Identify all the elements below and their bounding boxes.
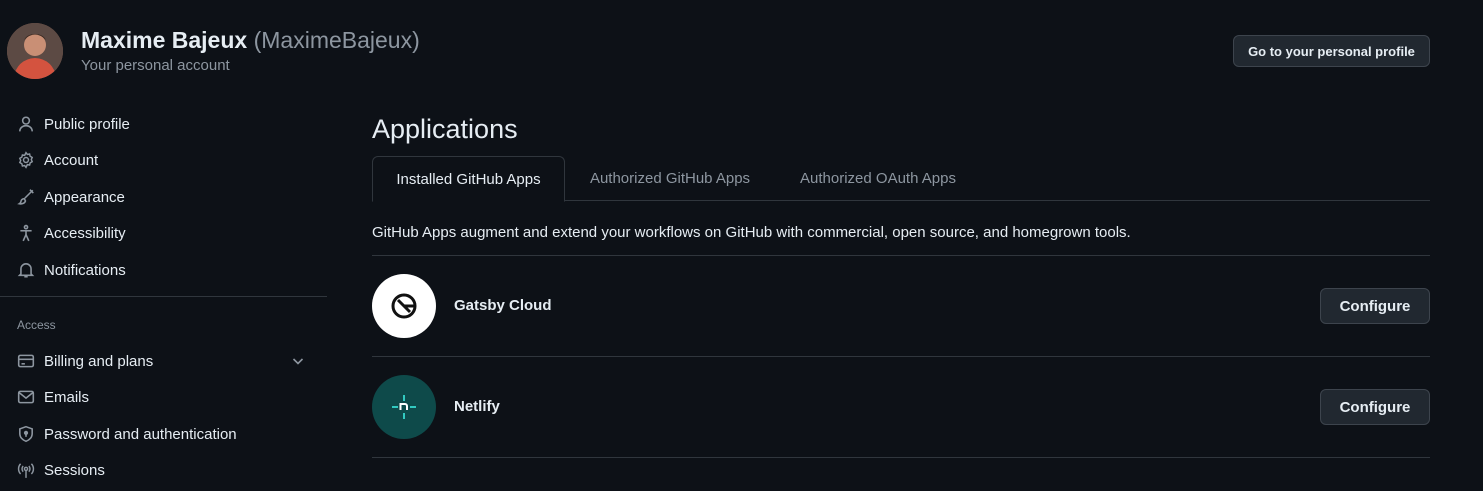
mail-icon (17, 388, 35, 406)
gatsby-logo-icon[interactable] (372, 274, 436, 338)
list-item: Gatsby Cloud Configure (372, 256, 1430, 357)
tab-authorized-oauth-apps[interactable]: Authorized OAuth Apps (775, 156, 981, 201)
sidebar-item-emails[interactable]: Emails (0, 379, 327, 415)
configure-button[interactable]: Configure (1320, 288, 1430, 324)
sidebar-item-label: Billing and plans (44, 352, 154, 370)
applications-tabs: Installed GitHub Apps Authorized GitHub … (372, 156, 1430, 202)
user-login: (MaximeBajeux) (253, 27, 420, 53)
netlify-logo-icon[interactable] (372, 375, 436, 439)
person-icon (17, 115, 35, 133)
sidebar-item-sessions[interactable]: Sessions (0, 452, 327, 488)
sidebar-item-label: Accessibility (44, 224, 126, 242)
sidebar-item-label: Account (44, 151, 99, 169)
paintbrush-icon (17, 188, 35, 206)
go-to-profile-button[interactable]: Go to your personal profile (1233, 35, 1430, 67)
installed-apps-list: Gatsby Cloud Configure Netlify Configure (372, 255, 1430, 458)
sidebar-item-label: Public profile (44, 115, 130, 133)
sidebar-item-label: Notifications (44, 261, 126, 279)
sidebar-item-public-profile[interactable]: Public profile (0, 106, 327, 142)
bell-icon (17, 261, 35, 279)
sidebar-item-label: Appearance (44, 188, 125, 206)
sidebar-item-label: Sessions (44, 461, 105, 479)
gear-icon (17, 151, 35, 169)
sidebar-item-accessibility[interactable]: Accessibility (0, 215, 327, 251)
shield-lock-icon (17, 425, 35, 443)
sidebar-item-notifications[interactable]: Notifications (0, 252, 327, 288)
sidebar-item-label: Password and authentication (44, 425, 237, 443)
avatar-image (7, 23, 63, 79)
account-header: Maxime Bajeux (MaximeBajeux) Your person… (0, 0, 1483, 100)
sidebar-item-appearance[interactable]: Appearance (0, 179, 327, 215)
apps-description: GitHub Apps augment and extend your work… (372, 224, 1131, 241)
app-name[interactable]: Gatsby Cloud (454, 297, 552, 314)
list-item: Netlify Configure (372, 357, 1430, 458)
sidebar-item-account[interactable]: Account (0, 142, 327, 178)
user-display-name: Maxime Bajeux (81, 27, 248, 53)
user-name: Maxime Bajeux (MaximeBajeux) (81, 27, 420, 54)
app-name[interactable]: Netlify (454, 398, 500, 415)
account-subtitle: Your personal account (81, 57, 230, 74)
sidebar-item-label: Emails (44, 388, 90, 406)
sidebar-divider (0, 296, 327, 297)
access-section-heading: Access (17, 318, 56, 332)
avatar[interactable] (7, 23, 63, 79)
tab-installed-github-apps[interactable]: Installed GitHub Apps (372, 156, 565, 202)
credit-card-icon (17, 352, 35, 370)
sidebar-item-password[interactable]: Password and authentication (0, 416, 327, 452)
page-title: Applications (372, 114, 518, 144)
sidebar-item-billing[interactable]: Billing and plans (0, 343, 327, 379)
accessibility-icon (17, 224, 35, 242)
tab-authorized-github-apps[interactable]: Authorized GitHub Apps (565, 156, 775, 201)
chevron-down-icon[interactable] (290, 353, 306, 369)
broadcast-icon (17, 461, 35, 479)
configure-button[interactable]: Configure (1320, 389, 1430, 425)
